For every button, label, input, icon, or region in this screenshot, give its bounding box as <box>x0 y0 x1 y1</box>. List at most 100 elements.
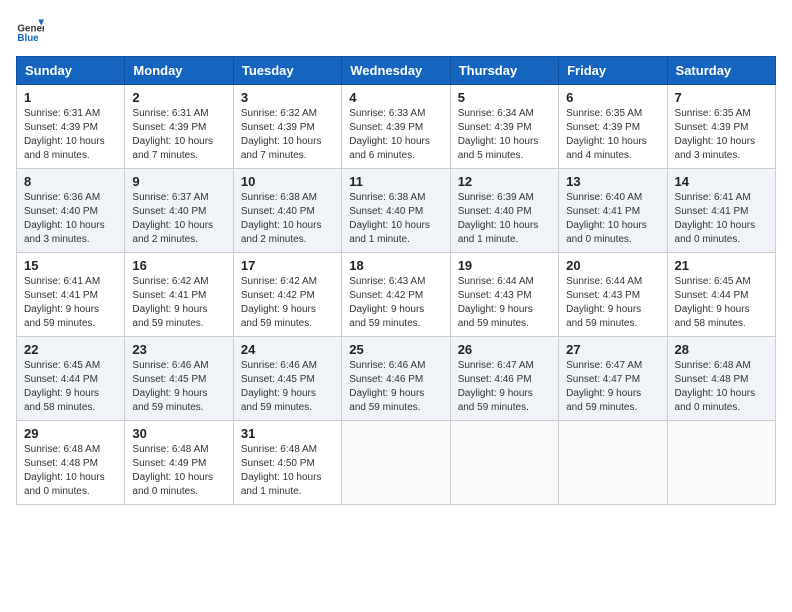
day-number: 24 <box>241 342 334 357</box>
logo: General Blue <box>16 16 48 44</box>
day-header-thursday: Thursday <box>450 57 558 85</box>
day-number: 2 <box>132 90 225 105</box>
day-info: Sunrise: 6:38 AM Sunset: 4:40 PM Dayligh… <box>349 191 442 247</box>
day-number: 20 <box>566 258 659 273</box>
calendar-cell: 15 Sunrise: 6:41 AM Sunset: 4:41 PM Dayl… <box>17 253 125 337</box>
calendar-cell: 22 Sunrise: 6:45 AM Sunset: 4:44 PM Dayl… <box>17 337 125 421</box>
day-info: Sunrise: 6:45 AM Sunset: 4:44 PM Dayligh… <box>675 275 768 331</box>
day-info: Sunrise: 6:44 AM Sunset: 4:43 PM Dayligh… <box>566 275 659 331</box>
day-header-friday: Friday <box>559 57 667 85</box>
day-info: Sunrise: 6:48 AM Sunset: 4:49 PM Dayligh… <box>132 443 225 499</box>
calendar-cell: 25 Sunrise: 6:46 AM Sunset: 4:46 PM Dayl… <box>342 337 450 421</box>
day-number: 21 <box>675 258 768 273</box>
day-number: 29 <box>24 426 117 441</box>
day-number: 25 <box>349 342 442 357</box>
day-info: Sunrise: 6:35 AM Sunset: 4:39 PM Dayligh… <box>566 107 659 163</box>
day-header-saturday: Saturday <box>667 57 775 85</box>
page-header: General Blue <box>16 16 776 44</box>
day-number: 6 <box>566 90 659 105</box>
day-info: Sunrise: 6:36 AM Sunset: 4:40 PM Dayligh… <box>24 191 117 247</box>
day-number: 19 <box>458 258 551 273</box>
calendar-cell: 30 Sunrise: 6:48 AM Sunset: 4:49 PM Dayl… <box>125 421 233 505</box>
calendar-header-row: SundayMondayTuesdayWednesdayThursdayFrid… <box>17 57 776 85</box>
calendar-cell <box>450 421 558 505</box>
calendar-cell: 18 Sunrise: 6:43 AM Sunset: 4:42 PM Dayl… <box>342 253 450 337</box>
calendar-cell: 9 Sunrise: 6:37 AM Sunset: 4:40 PM Dayli… <box>125 169 233 253</box>
calendar-cell: 27 Sunrise: 6:47 AM Sunset: 4:47 PM Dayl… <box>559 337 667 421</box>
day-header-monday: Monday <box>125 57 233 85</box>
calendar-cell: 10 Sunrise: 6:38 AM Sunset: 4:40 PM Dayl… <box>233 169 341 253</box>
day-info: Sunrise: 6:31 AM Sunset: 4:39 PM Dayligh… <box>132 107 225 163</box>
calendar-cell <box>342 421 450 505</box>
calendar-cell: 16 Sunrise: 6:42 AM Sunset: 4:41 PM Dayl… <box>125 253 233 337</box>
calendar-cell: 26 Sunrise: 6:47 AM Sunset: 4:46 PM Dayl… <box>450 337 558 421</box>
day-info: Sunrise: 6:33 AM Sunset: 4:39 PM Dayligh… <box>349 107 442 163</box>
calendar-cell: 17 Sunrise: 6:42 AM Sunset: 4:42 PM Dayl… <box>233 253 341 337</box>
day-info: Sunrise: 6:44 AM Sunset: 4:43 PM Dayligh… <box>458 275 551 331</box>
day-header-sunday: Sunday <box>17 57 125 85</box>
day-number: 4 <box>349 90 442 105</box>
day-info: Sunrise: 6:47 AM Sunset: 4:47 PM Dayligh… <box>566 359 659 415</box>
day-number: 22 <box>24 342 117 357</box>
day-number: 8 <box>24 174 117 189</box>
day-number: 17 <box>241 258 334 273</box>
calendar-cell: 5 Sunrise: 6:34 AM Sunset: 4:39 PM Dayli… <box>450 85 558 169</box>
day-info: Sunrise: 6:39 AM Sunset: 4:40 PM Dayligh… <box>458 191 551 247</box>
day-info: Sunrise: 6:38 AM Sunset: 4:40 PM Dayligh… <box>241 191 334 247</box>
calendar-cell: 1 Sunrise: 6:31 AM Sunset: 4:39 PM Dayli… <box>17 85 125 169</box>
day-info: Sunrise: 6:42 AM Sunset: 4:42 PM Dayligh… <box>241 275 334 331</box>
day-info: Sunrise: 6:48 AM Sunset: 4:50 PM Dayligh… <box>241 443 334 499</box>
day-number: 27 <box>566 342 659 357</box>
day-number: 15 <box>24 258 117 273</box>
calendar-cell <box>667 421 775 505</box>
calendar-cell: 7 Sunrise: 6:35 AM Sunset: 4:39 PM Dayli… <box>667 85 775 169</box>
calendar-cell: 24 Sunrise: 6:46 AM Sunset: 4:45 PM Dayl… <box>233 337 341 421</box>
day-number: 14 <box>675 174 768 189</box>
calendar-cell: 14 Sunrise: 6:41 AM Sunset: 4:41 PM Dayl… <box>667 169 775 253</box>
day-header-wednesday: Wednesday <box>342 57 450 85</box>
calendar-cell: 2 Sunrise: 6:31 AM Sunset: 4:39 PM Dayli… <box>125 85 233 169</box>
day-number: 31 <box>241 426 334 441</box>
day-number: 11 <box>349 174 442 189</box>
svg-text:Blue: Blue <box>17 33 39 44</box>
day-number: 13 <box>566 174 659 189</box>
day-number: 5 <box>458 90 551 105</box>
calendar-cell: 8 Sunrise: 6:36 AM Sunset: 4:40 PM Dayli… <box>17 169 125 253</box>
day-info: Sunrise: 6:35 AM Sunset: 4:39 PM Dayligh… <box>675 107 768 163</box>
calendar-cell: 11 Sunrise: 6:38 AM Sunset: 4:40 PM Dayl… <box>342 169 450 253</box>
day-number: 18 <box>349 258 442 273</box>
calendar-cell: 29 Sunrise: 6:48 AM Sunset: 4:48 PM Dayl… <box>17 421 125 505</box>
day-info: Sunrise: 6:41 AM Sunset: 4:41 PM Dayligh… <box>24 275 117 331</box>
calendar-table: SundayMondayTuesdayWednesdayThursdayFrid… <box>16 56 776 505</box>
day-info: Sunrise: 6:40 AM Sunset: 4:41 PM Dayligh… <box>566 191 659 247</box>
day-number: 26 <box>458 342 551 357</box>
calendar-cell: 28 Sunrise: 6:48 AM Sunset: 4:48 PM Dayl… <box>667 337 775 421</box>
day-info: Sunrise: 6:42 AM Sunset: 4:41 PM Dayligh… <box>132 275 225 331</box>
day-number: 10 <box>241 174 334 189</box>
day-info: Sunrise: 6:41 AM Sunset: 4:41 PM Dayligh… <box>675 191 768 247</box>
calendar-cell <box>559 421 667 505</box>
day-number: 1 <box>24 90 117 105</box>
day-header-tuesday: Tuesday <box>233 57 341 85</box>
day-info: Sunrise: 6:37 AM Sunset: 4:40 PM Dayligh… <box>132 191 225 247</box>
calendar-cell: 23 Sunrise: 6:46 AM Sunset: 4:45 PM Dayl… <box>125 337 233 421</box>
day-info: Sunrise: 6:48 AM Sunset: 4:48 PM Dayligh… <box>24 443 117 499</box>
day-info: Sunrise: 6:43 AM Sunset: 4:42 PM Dayligh… <box>349 275 442 331</box>
calendar-cell: 31 Sunrise: 6:48 AM Sunset: 4:50 PM Dayl… <box>233 421 341 505</box>
day-number: 23 <box>132 342 225 357</box>
day-info: Sunrise: 6:46 AM Sunset: 4:45 PM Dayligh… <box>132 359 225 415</box>
day-info: Sunrise: 6:45 AM Sunset: 4:44 PM Dayligh… <box>24 359 117 415</box>
calendar-cell: 20 Sunrise: 6:44 AM Sunset: 4:43 PM Dayl… <box>559 253 667 337</box>
calendar-cell: 13 Sunrise: 6:40 AM Sunset: 4:41 PM Dayl… <box>559 169 667 253</box>
day-info: Sunrise: 6:46 AM Sunset: 4:46 PM Dayligh… <box>349 359 442 415</box>
logo-icon: General Blue <box>16 16 44 44</box>
calendar-cell: 6 Sunrise: 6:35 AM Sunset: 4:39 PM Dayli… <box>559 85 667 169</box>
day-info: Sunrise: 6:46 AM Sunset: 4:45 PM Dayligh… <box>241 359 334 415</box>
day-info: Sunrise: 6:47 AM Sunset: 4:46 PM Dayligh… <box>458 359 551 415</box>
calendar-cell: 3 Sunrise: 6:32 AM Sunset: 4:39 PM Dayli… <box>233 85 341 169</box>
day-info: Sunrise: 6:31 AM Sunset: 4:39 PM Dayligh… <box>24 107 117 163</box>
day-info: Sunrise: 6:34 AM Sunset: 4:39 PM Dayligh… <box>458 107 551 163</box>
day-number: 9 <box>132 174 225 189</box>
calendar-cell: 12 Sunrise: 6:39 AM Sunset: 4:40 PM Dayl… <box>450 169 558 253</box>
day-number: 7 <box>675 90 768 105</box>
